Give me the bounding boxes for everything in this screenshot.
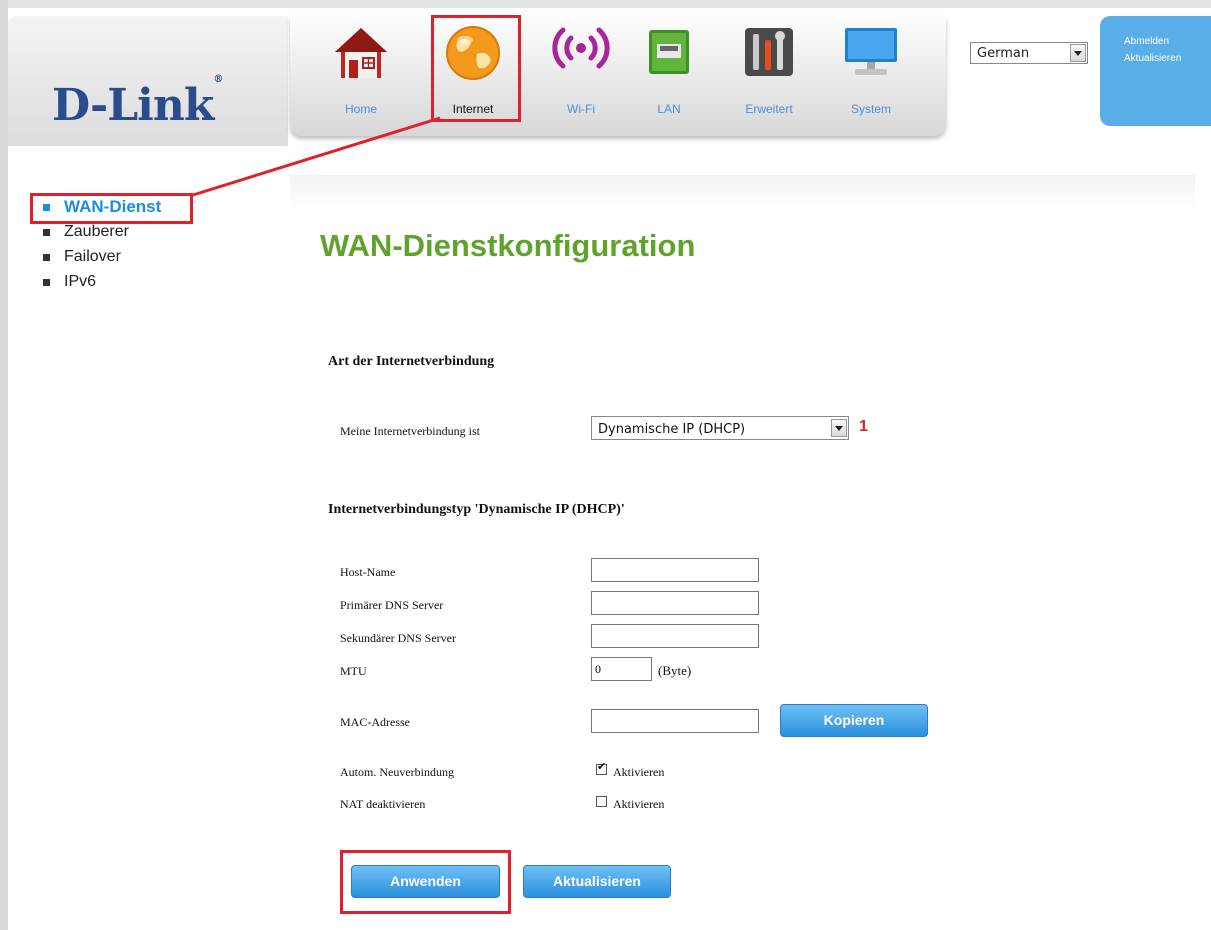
sidebar-item-label: IPv6 (64, 273, 97, 290)
mac-address-input[interactable] (591, 709, 759, 733)
bullet-icon (43, 279, 50, 286)
window-frame-left (0, 0, 8, 930)
nav-system-label: System (850, 102, 891, 116)
section-connection-type: Art der Internetverbindung (328, 354, 495, 369)
copy-mac-button[interactable]: Kopieren (780, 704, 928, 737)
sidebar-item-wizard[interactable]: Zauberer (40, 221, 161, 246)
secondary-dns-input[interactable] (591, 624, 759, 648)
refresh-link[interactable]: Aktualisieren (1124, 53, 1211, 64)
section-dhcp-settings: Internetverbindungstyp 'Dynamische IP (D… (328, 502, 625, 517)
window-frame-top (0, 0, 1211, 8)
bullet-icon (43, 229, 50, 236)
nav-home[interactable]: Home (318, 18, 404, 118)
language-value: German (977, 46, 1030, 61)
mtu-unit: (Byte) (658, 663, 692, 678)
home-icon (335, 28, 387, 78)
sidebar-item-failover[interactable]: Failover (40, 246, 161, 271)
wifi-icon (552, 27, 610, 69)
auto-reconnect-label: Autom. Neuverbindung (340, 765, 454, 779)
primary-dns-input[interactable] (591, 591, 759, 615)
top-navigation: Home Internet Wi-Fi LAN Erweitert System (290, 16, 946, 136)
sidebar-item-ipv6[interactable]: IPv6 (40, 271, 161, 296)
auto-reconnect-option: Aktivieren (613, 765, 665, 779)
nav-lan-label: LAN (657, 102, 681, 116)
page-title: WAN-Dienstkonfiguration (320, 228, 696, 263)
language-select[interactable]: German (970, 42, 1088, 64)
nav-wifi[interactable]: Wi-Fi (538, 18, 624, 118)
tools-icon (745, 28, 793, 76)
account-panel: Abmelden Aktualisieren (1100, 16, 1211, 126)
internet-tab-highlight (431, 15, 521, 122)
lan-port-icon (649, 30, 689, 74)
secondary-dns-label: Sekundärer DNS Server (340, 631, 456, 645)
content-area (290, 175, 1195, 930)
nav-home-label: Home (344, 102, 377, 116)
connection-type-select[interactable]: Dynamische IP (DHCP) (591, 416, 849, 440)
logo-panel: D-Link® (8, 16, 288, 146)
chevron-down-icon[interactable] (831, 419, 847, 437)
annotation-marker: 1 (859, 418, 868, 435)
disable-nat-option: Aktivieren (613, 797, 665, 811)
mtu-label: MTU (340, 664, 367, 678)
disable-nat-label: NAT deaktivieren (340, 797, 426, 811)
sidebar-item-label: Failover (64, 248, 121, 265)
chevron-down-icon[interactable] (1070, 44, 1086, 62)
host-name-input[interactable] (591, 558, 759, 582)
mac-address-label: MAC-Adresse (340, 715, 410, 729)
connection-type-value: Dynamische IP (DHCP) (598, 422, 746, 437)
nav-advanced[interactable]: Erweitert (726, 18, 812, 118)
nav-wifi-label: Wi-Fi (567, 102, 595, 116)
disable-nat-checkbox[interactable] (596, 796, 607, 807)
nav-system[interactable]: System (828, 18, 914, 118)
apply-button-highlight (340, 850, 511, 914)
connection-type-label: Meine Internetverbindung ist (340, 424, 480, 438)
refresh-button[interactable]: Aktualisieren (523, 865, 671, 898)
nav-advanced-label: Erweitert (745, 102, 793, 116)
nav-lan[interactable]: LAN (626, 18, 712, 118)
wan-service-highlight (30, 193, 193, 224)
dlink-logo: D-Link® (52, 74, 223, 131)
sidebar-item-label: Zauberer (64, 223, 129, 240)
primary-dns-label: Primärer DNS Server (340, 598, 444, 612)
mtu-input[interactable]: 0 (591, 657, 652, 681)
logout-link[interactable]: Abmelden (1124, 36, 1211, 47)
monitor-icon (845, 28, 897, 75)
bullet-icon (43, 254, 50, 261)
host-name-label: Host-Name (340, 565, 396, 579)
auto-reconnect-checkbox[interactable] (596, 760, 607, 775)
